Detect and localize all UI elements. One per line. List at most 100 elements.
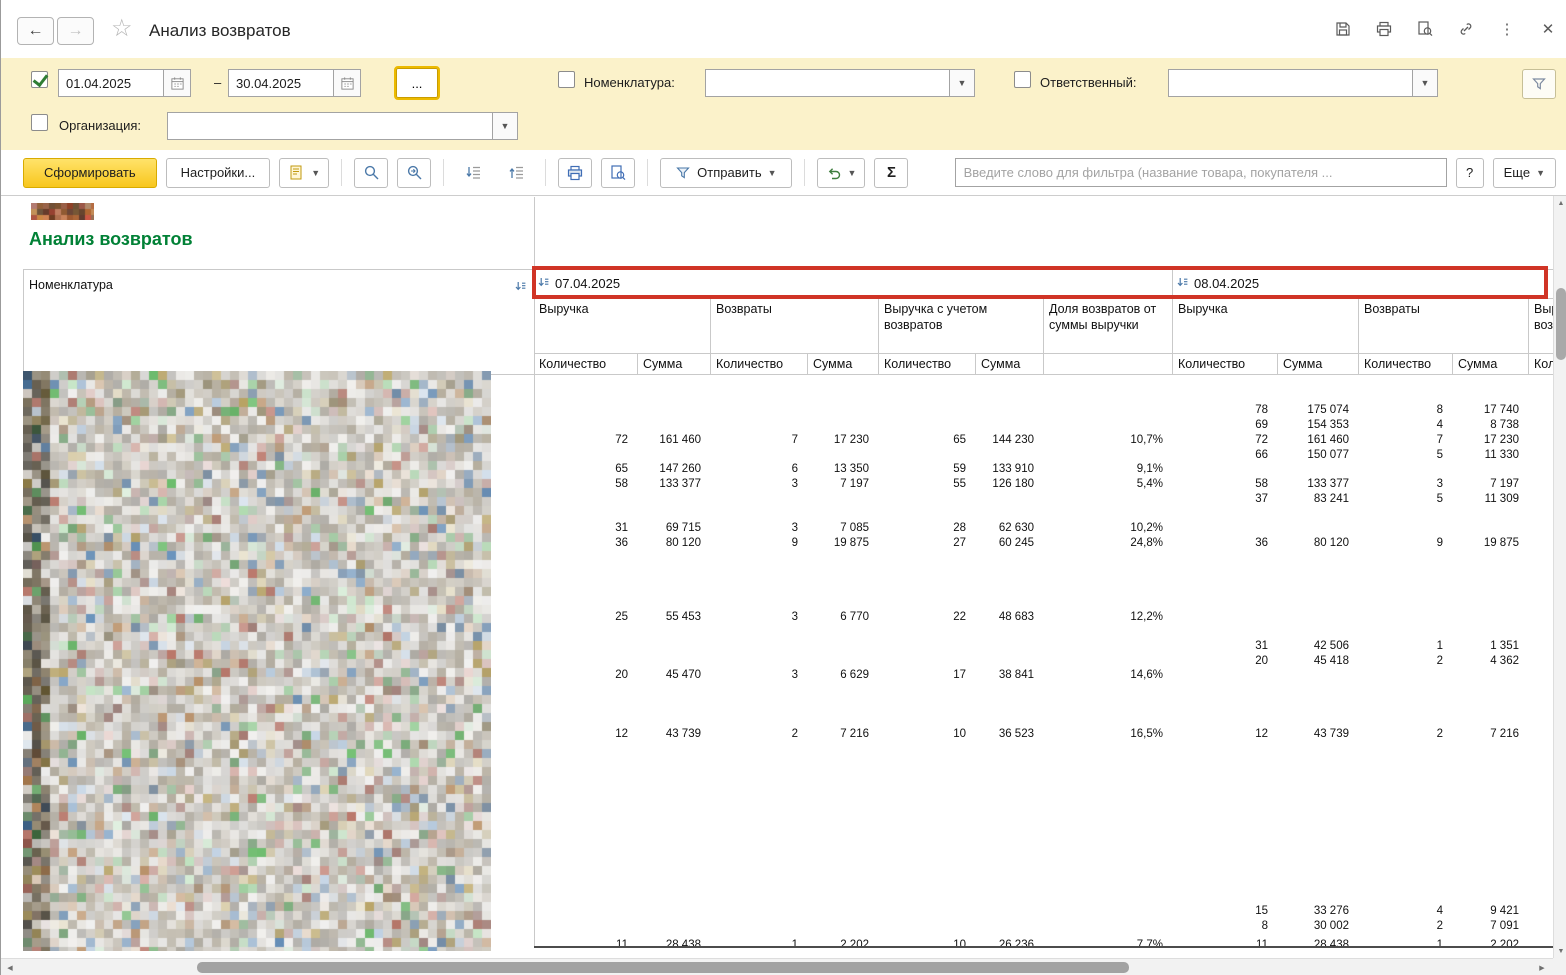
column-header-date-1[interactable]: 07.04.2025: [534, 269, 1173, 298]
group-header-cell[interactable]: Выручка: [534, 298, 711, 353]
print-title-button[interactable]: [1374, 19, 1394, 39]
period-to-input[interactable]: [229, 70, 333, 96]
responsible-checkbox[interactable]: [1014, 71, 1031, 88]
sort-icon[interactable]: [515, 281, 526, 295]
row-header-nomenclature[interactable]: Номенклатура: [23, 269, 534, 374]
data-cell: [638, 786, 711, 801]
responsible-input[interactable]: [1169, 70, 1412, 96]
settings-button[interactable]: Настройки...: [165, 157, 271, 188]
data-cell: [808, 698, 879, 713]
horizontal-scrollbar[interactable]: ◀ ▶: [1, 958, 1566, 975]
sub-header-cell[interactable]: Сумма: [1453, 353, 1529, 374]
scroll-up-icon[interactable]: ▲: [1554, 196, 1566, 210]
organization-input[interactable]: [168, 113, 492, 139]
calendar-button[interactable]: [333, 70, 360, 96]
vertical-scrollbar[interactable]: ▲ ▼: [1553, 196, 1566, 958]
generate-button[interactable]: Сформировать: [23, 157, 157, 188]
more-menu-button[interactable]: ⋮: [1497, 19, 1517, 39]
sub-header-cell[interactable]: [1044, 353, 1173, 374]
filter-settings-button[interactable]: [1522, 69, 1556, 99]
sort-icon[interactable]: [1177, 276, 1188, 291]
sub-header-cell[interactable]: Количество: [1529, 353, 1553, 374]
preview-title-button[interactable]: [1415, 19, 1435, 39]
find-next-button[interactable]: [397, 157, 432, 188]
calendar-button[interactable]: [163, 70, 190, 96]
table-row: 36 80 120 9 19 875 27 60 245 24,8% 36 80 120 9 19 …: [534, 536, 1553, 551]
quick-filter-input[interactable]: [955, 165, 1446, 180]
sub-header-cell[interactable]: Количество: [1173, 353, 1278, 374]
find-button[interactable]: [354, 157, 389, 188]
expand-groups-icon: [509, 166, 523, 179]
data-cell: [879, 654, 976, 669]
report-toolbar: Сформировать Настройки... ▼ Отправить ▼ …: [1, 150, 1566, 196]
sub-header-row: Количество Сумма Количество Сумма Количество…: [534, 353, 1553, 374]
horizontal-scroll-thumb[interactable]: [197, 962, 1129, 973]
close-button[interactable]: ✕: [1538, 19, 1558, 39]
scroll-right-icon[interactable]: ▶: [1535, 961, 1549, 975]
sub-header-cell[interactable]: Сумма: [638, 353, 711, 374]
data-cell: [1453, 565, 1529, 580]
period-from-input[interactable]: [59, 70, 163, 96]
data-cell: [711, 698, 808, 713]
forward-button[interactable]: →: [57, 17, 94, 45]
data-cell: [1453, 757, 1529, 772]
data-cell: 9 421: [1490, 904, 1519, 917]
data-cell: [1453, 816, 1529, 831]
data-cell: [976, 448, 1044, 463]
more-actions-button[interactable]: Еще ▼: [1492, 157, 1556, 188]
group-header-cell[interactable]: Возвраты: [1359, 298, 1529, 353]
sub-header-cell[interactable]: Количество: [711, 353, 808, 374]
nomenclature-checkbox[interactable]: [558, 71, 575, 88]
sub-header-cell[interactable]: Сумма: [1278, 353, 1359, 374]
sub-header-cell[interactable]: Количество: [879, 353, 976, 374]
data-cell: [808, 889, 879, 904]
data-cell: [976, 801, 1044, 816]
data-cell: [1453, 845, 1529, 860]
undo-button[interactable]: ▼: [816, 157, 866, 188]
print-button[interactable]: [558, 157, 593, 188]
data-cell: [879, 830, 976, 845]
sub-header-cell[interactable]: Сумма: [976, 353, 1044, 374]
sort-icon[interactable]: [538, 276, 549, 291]
date-header-label: 08.04.2025: [1194, 276, 1260, 291]
back-button[interactable]: ←: [17, 17, 54, 45]
sub-header-cell[interactable]: Количество: [534, 353, 638, 374]
period-checkbox[interactable]: [31, 71, 48, 88]
report-variants-button[interactable]: ▼: [279, 157, 330, 188]
nomenclature-dropdown-button[interactable]: ▼: [949, 70, 974, 96]
help-button[interactable]: ?: [1455, 157, 1484, 188]
responsible-dropdown-button[interactable]: ▼: [1412, 70, 1437, 96]
scroll-down-icon[interactable]: ▼: [1554, 944, 1566, 958]
organization-checkbox[interactable]: [31, 114, 48, 131]
data-cell: 80 120: [665, 536, 701, 549]
group-header-cell[interactable]: Выручка с учетом возвратов: [1529, 298, 1553, 353]
group-header-cell[interactable]: Возвраты: [711, 298, 879, 353]
sub-header-cell[interactable]: Количество: [1359, 353, 1453, 374]
organization-dropdown-button[interactable]: ▼: [492, 113, 517, 139]
data-cell: [1529, 433, 1553, 448]
data-cell: 154 353: [1307, 419, 1349, 432]
data-cell: [1529, 786, 1553, 801]
period-more-button[interactable]: ...: [394, 66, 440, 100]
vertical-scroll-thumb[interactable]: [1556, 288, 1566, 360]
data-cell: [1529, 492, 1553, 507]
data-cell: [1453, 389, 1529, 404]
column-header-date-2[interactable]: 08.04.2025: [1173, 269, 1553, 298]
expand-groups-button[interactable]: [499, 158, 533, 188]
group-header-cell[interactable]: Выручка: [1173, 298, 1359, 353]
scroll-left-icon[interactable]: ◀: [3, 961, 17, 975]
group-header-cell[interactable]: Доля возвратов от суммы выручки: [1044, 298, 1173, 353]
data-cell: [1173, 624, 1278, 639]
send-button[interactable]: Отправить ▼: [660, 157, 792, 188]
sum-button[interactable]: Σ: [874, 157, 909, 188]
collapse-groups-button[interactable]: [456, 158, 490, 188]
favorite-star-icon[interactable]: ☆: [111, 17, 133, 41]
data-cell: 80 120: [1313, 536, 1349, 549]
get-link-button[interactable]: [1456, 19, 1476, 39]
group-header-cell[interactable]: Выручка с учетом возвратов: [879, 298, 1044, 353]
save-button[interactable]: [1333, 19, 1353, 39]
data-cell: [1044, 757, 1173, 772]
nomenclature-input[interactable]: [706, 70, 949, 96]
print-preview-button[interactable]: [601, 157, 636, 188]
sub-header-cell[interactable]: Сумма: [808, 353, 879, 374]
